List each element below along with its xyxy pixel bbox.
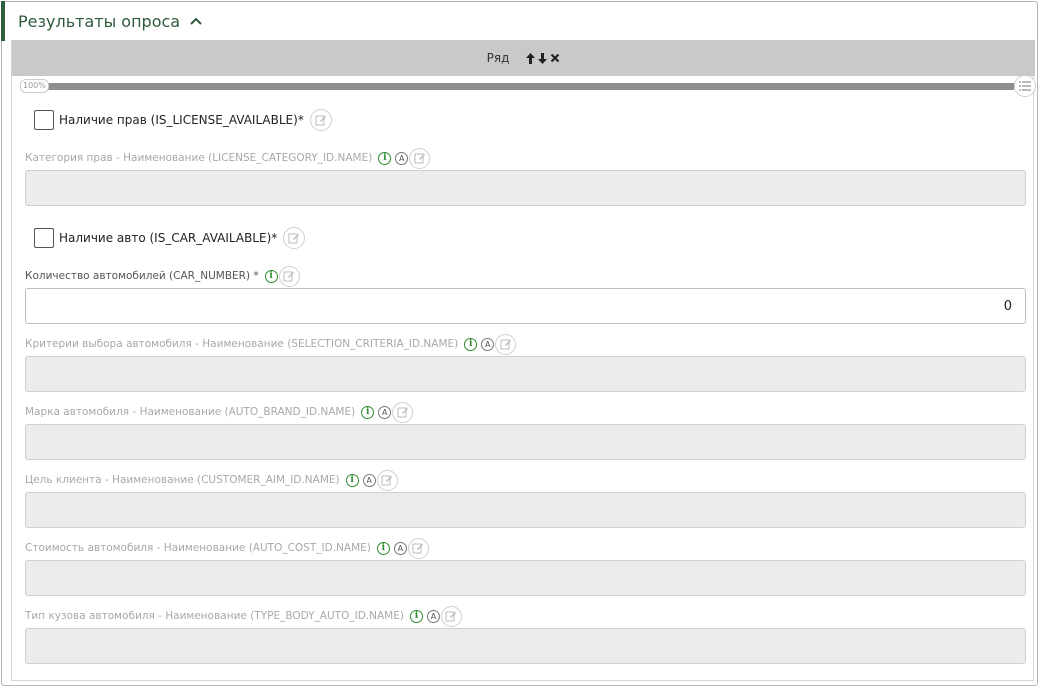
customer-aim-input[interactable]	[25, 492, 1026, 528]
auto-icon: A	[393, 541, 407, 555]
info-icon[interactable]: i	[378, 151, 392, 165]
type-body-label: Тип кузова автомобиля - Наименование (TY…	[25, 610, 404, 622]
license-available-checkbox[interactable]	[34, 110, 54, 130]
info-icon[interactable]: i	[361, 405, 375, 419]
car-available-checkbox[interactable]	[34, 228, 54, 248]
progress-track	[36, 83, 1014, 90]
panel-header[interactable]: Результаты опроса	[6, 2, 1026, 40]
license-available-row: Наличие прав (IS_LICENSE_AVAILABLE)*	[34, 109, 332, 131]
row-header: Ряд	[12, 40, 1035, 76]
arrow-down-icon[interactable]	[537, 51, 548, 65]
selection-criteria-input[interactable]	[25, 356, 1026, 392]
edit-icon[interactable]	[283, 227, 306, 249]
edit-icon[interactable]	[309, 109, 332, 131]
edit-icon[interactable]	[409, 147, 431, 169]
auto-icon: A	[481, 337, 495, 351]
row-controls	[525, 51, 560, 65]
info-icon[interactable]: i	[376, 541, 390, 555]
arrow-up-icon[interactable]	[525, 51, 536, 65]
license-category-input[interactable]	[25, 170, 1026, 206]
customer-aim-label: Цель клиента - Наименование (CUSTOMER_AI…	[25, 474, 340, 486]
edit-icon[interactable]	[278, 265, 300, 287]
car-available-row: Наличие авто (IS_CAR_AVAILABLE)*	[34, 227, 306, 249]
edit-icon[interactable]	[392, 401, 414, 423]
selection-criteria-field: Критерии выбора автомобиля - Наименовани…	[25, 333, 1026, 392]
panel-title: Результаты опроса	[18, 11, 181, 31]
info-icon[interactable]: i	[409, 609, 423, 623]
progress-label: 100%	[20, 79, 49, 93]
license-available-label: Наличие прав (IS_LICENSE_AVAILABLE)*	[59, 113, 304, 127]
info-icon[interactable]: i	[264, 269, 278, 283]
info-icon[interactable]: i	[345, 473, 359, 487]
auto-icon: A	[362, 473, 376, 487]
auto-brand-field: Марка автомобиля - Наименование (AUTO_BR…	[25, 401, 1026, 460]
auto-cost-field: Стоимость автомобиля - Наименование (AUT…	[25, 537, 1026, 596]
progress-fill	[36, 83, 1014, 90]
close-icon[interactable]	[549, 51, 560, 65]
auto-brand-label: Марка автомобиля - Наименование (AUTO_BR…	[25, 406, 356, 418]
auto-cost-label: Стоимость автомобиля - Наименование (AUT…	[25, 542, 371, 554]
license-category-label: Категория прав - Наименование (LICENSE_C…	[25, 152, 373, 164]
selection-criteria-label: Критерии выбора автомобиля - Наименовани…	[25, 338, 459, 350]
auto-icon: A	[395, 151, 409, 165]
car-number-input[interactable]: 0	[25, 288, 1026, 324]
auto-brand-input[interactable]	[25, 424, 1026, 460]
license-category-field: Категория прав - Наименование (LICENSE_C…	[25, 147, 1026, 206]
edit-icon[interactable]	[440, 605, 462, 627]
type-body-input[interactable]	[25, 628, 1026, 664]
edit-icon[interactable]	[376, 469, 398, 491]
row-label: Ряд	[486, 51, 510, 65]
panel-body: Ряд 100% Наличие прав (IS_LICENSE_AVAILA…	[11, 40, 1036, 681]
auto-cost-input[interactable]	[25, 560, 1026, 596]
car-number-label: Количество автомобилей (CAR_NUMBER) *	[25, 270, 259, 282]
edit-icon[interactable]	[407, 537, 429, 559]
panel-accent-bar	[1, 1, 5, 41]
info-icon[interactable]: i	[464, 337, 478, 351]
row-progress: 100%	[20, 75, 1036, 97]
car-number-field: Количество автомобилей (CAR_NUMBER) * i …	[25, 265, 1026, 324]
chevron-up-icon[interactable]	[189, 14, 203, 28]
type-body-field: Тип кузова автомобиля - Наименование (TY…	[25, 605, 1026, 664]
customer-aim-field: Цель клиента - Наименование (CUSTOMER_AI…	[25, 469, 1026, 528]
auto-icon: A	[426, 609, 440, 623]
car-available-label: Наличие авто (IS_CAR_AVAILABLE)*	[59, 231, 278, 245]
auto-icon: A	[378, 405, 392, 419]
list-icon[interactable]	[1014, 75, 1036, 97]
survey-results-panel: Результаты опроса Ряд 100% Наличие прав …	[1, 1, 1038, 686]
edit-icon[interactable]	[495, 333, 517, 355]
